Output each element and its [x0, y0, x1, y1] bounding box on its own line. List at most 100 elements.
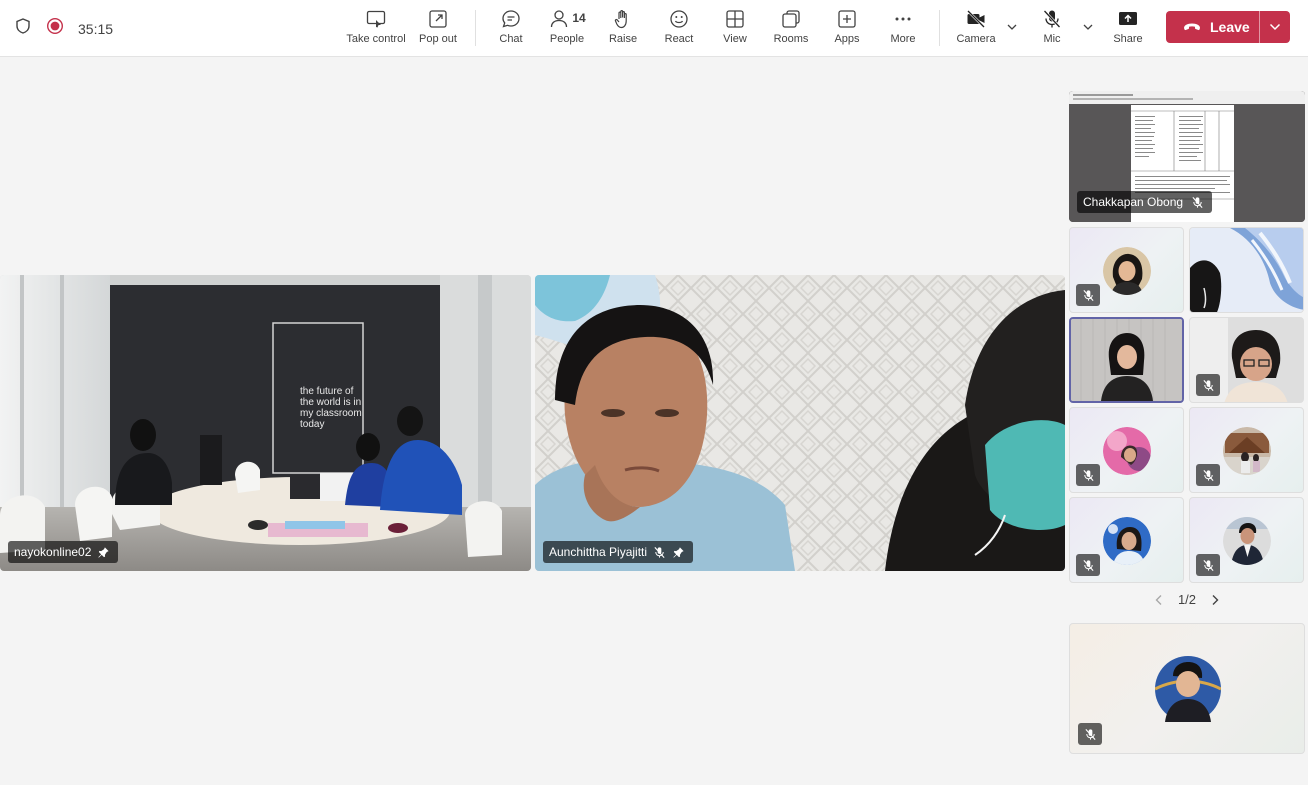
participant-tile[interactable] [1069, 407, 1184, 493]
chevron-down-icon [1269, 23, 1281, 31]
participant-pager: 1/2 [1152, 592, 1222, 607]
leave-options-button[interactable] [1260, 20, 1290, 34]
chevron-left-icon[interactable] [1152, 593, 1166, 607]
muted-mic-icon [1082, 469, 1094, 481]
muted-mic-icon [654, 546, 665, 558]
leave-button[interactable]: Leave [1166, 11, 1290, 43]
presenter-name: Chakkapan Obong [1083, 195, 1184, 209]
page-indicator: 1/2 [1177, 592, 1197, 607]
chevron-right-icon[interactable] [1208, 593, 1222, 607]
pin-icon[interactable] [672, 546, 685, 559]
participant-name: nayokonline02 [14, 545, 92, 559]
rooms-button[interactable]: Rooms [772, 8, 810, 50]
muted-mic-icon [1202, 379, 1214, 391]
mic-options-chevron-down-icon[interactable] [1081, 20, 1095, 34]
more-label: More [890, 33, 916, 45]
avatar [1223, 517, 1271, 565]
muted-mic-icon [1082, 559, 1094, 571]
classroom-video-feed [0, 275, 531, 571]
participant-tile[interactable] [1189, 317, 1304, 403]
muted-mic-icon [1202, 559, 1214, 571]
pop-out-icon [429, 10, 447, 28]
participant-name: Aunchittha Piyajitti [549, 545, 648, 559]
recording-indicator-icon [46, 17, 64, 40]
toolbar-divider [939, 10, 940, 46]
participant-tile[interactable] [1189, 227, 1304, 313]
mic-label: Mic [1043, 33, 1061, 45]
muted-mic-icon [1192, 196, 1203, 208]
mic-button[interactable]: Mic [1037, 8, 1067, 50]
muted-mic-icon [1082, 289, 1094, 301]
apps-button[interactable]: Apps [832, 8, 862, 50]
react-button[interactable]: React [664, 8, 694, 50]
add-apps-icon [838, 10, 856, 28]
muted-indicator [1196, 374, 1220, 396]
muted-mic-icon [1084, 728, 1096, 740]
share-screen-icon [1119, 12, 1137, 25]
toolbar-divider [475, 10, 476, 46]
hang-up-icon [1184, 23, 1200, 31]
video-tile-aunchittha-piyajitti[interactable]: Aunchittha Piyajitti [535, 275, 1065, 571]
chat-icon [502, 10, 520, 28]
pop-out-label: Pop out [419, 33, 457, 45]
chat-label: Chat [499, 33, 523, 45]
presenter-name-tag: Chakkapan Obong [1077, 191, 1213, 213]
apps-label: Apps [834, 33, 860, 45]
leave-label: Leave [1210, 19, 1250, 35]
participant-tile[interactable] [1189, 407, 1304, 493]
view-button[interactable]: View [720, 8, 750, 50]
muted-indicator [1078, 723, 1102, 745]
breakout-rooms-icon [782, 10, 800, 28]
participant-video-feed [1071, 319, 1182, 401]
participant-tile-active-speaker[interactable] [1069, 317, 1184, 403]
participant-tile[interactable] [1069, 227, 1184, 313]
more-button[interactable]: More [888, 8, 918, 50]
share-button[interactable]: Share [1113, 8, 1143, 50]
wall-poster-text: the future of the world is in my classro… [300, 386, 362, 430]
muted-indicator [1076, 554, 1100, 576]
react-label: React [664, 33, 694, 45]
video-tile-nayokonline02[interactable]: the future of the world is in my classro… [0, 275, 531, 571]
shield-icon[interactable] [14, 17, 32, 40]
people-label: People [549, 33, 585, 45]
participant-name-tag: nayokonline02 [8, 541, 119, 563]
share-label: Share [1113, 33, 1143, 45]
people-button[interactable]: 14 People [547, 8, 587, 50]
more-options-icon [895, 17, 911, 21]
screen-share-tile[interactable]: Chakkapan Obong [1069, 91, 1305, 222]
take-control-button[interactable]: Take control [346, 8, 406, 50]
participant-video-feed [535, 275, 1065, 571]
avatar [1103, 247, 1151, 295]
take-control-icon [366, 10, 386, 28]
mic-off-icon [1043, 10, 1061, 28]
camera-button[interactable]: Camera [956, 8, 996, 50]
participant-tile[interactable] [1069, 497, 1184, 583]
camera-label: Camera [956, 33, 996, 45]
leave-main[interactable]: Leave [1166, 11, 1259, 43]
rooms-label: Rooms [773, 33, 809, 45]
muted-indicator [1076, 284, 1100, 306]
people-count-badge: 14 [572, 11, 586, 25]
pop-out-button[interactable]: Pop out [418, 8, 458, 50]
muted-indicator [1196, 464, 1220, 486]
self-view-tile[interactable] [1069, 623, 1305, 754]
meeting-info: 35:15 [14, 17, 113, 40]
camera-off-icon [967, 10, 985, 28]
avatar [1103, 427, 1151, 475]
camera-options-chevron-down-icon[interactable] [1005, 20, 1019, 34]
participant-name-tag: Aunchittha Piyajitti [543, 541, 694, 563]
muted-indicator [1196, 554, 1220, 576]
grid-view-icon [726, 10, 744, 28]
chat-button[interactable]: Chat [496, 8, 526, 50]
smiley-icon [670, 10, 688, 28]
avatar [1103, 517, 1151, 565]
pin-icon[interactable] [97, 546, 110, 559]
participant-video-feed [1190, 228, 1303, 312]
meeting-toolbar: 35:15 Take control Pop out Chat 14 Peopl… [0, 0, 1308, 57]
participant-tile[interactable] [1189, 497, 1304, 583]
raise-hand-icon [614, 10, 627, 29]
raise-label: Raise [608, 33, 638, 45]
raise-hand-button[interactable]: Raise [608, 8, 638, 50]
avatar [1155, 656, 1221, 722]
people-icon [551, 10, 568, 28]
